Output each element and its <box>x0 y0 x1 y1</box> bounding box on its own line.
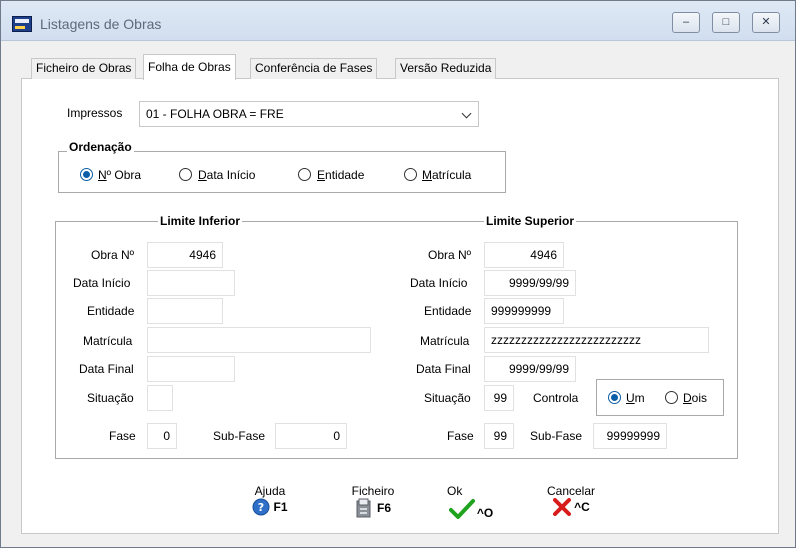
inf-matricula-field[interactable] <box>147 327 371 353</box>
inf-data-final-field[interactable] <box>147 356 235 382</box>
controla-dois-first: D <box>683 391 692 405</box>
cancelar-label: Cancelar <box>546 484 596 498</box>
inf-fase-field[interactable]: 0 <box>147 423 177 449</box>
controla-um-rest: m <box>634 391 645 405</box>
file-icon <box>356 498 371 518</box>
radio-entidade[interactable] <box>298 168 311 181</box>
radio-dois[interactable] <box>665 391 678 404</box>
ok-label: Ok <box>447 484 463 498</box>
ajuda-button[interactable]: Ajuda ? F1 <box>245 484 295 516</box>
tab-bar: Ficheiro de Obras Folha de Obras Conferê… <box>21 54 779 80</box>
ok-key: ^O <box>476 506 494 520</box>
inf-entidade-field[interactable] <box>147 298 223 324</box>
ajuda-label: Ajuda <box>254 484 286 498</box>
minimize-button[interactable]: – <box>672 12 700 33</box>
inf-data-final-label: Data Final <box>79 362 134 376</box>
chevron-down-icon <box>461 108 472 119</box>
radio-matricula[interactable] <box>404 168 417 181</box>
impressos-value: 01 - FOLHA OBRA = FRE <box>146 107 284 121</box>
radio-um[interactable] <box>608 391 621 404</box>
sup-subfase-label: Sub-Fase <box>530 429 583 443</box>
ordenacao-entidade-first: E <box>317 168 326 182</box>
ficheiro-key: F6 <box>376 501 391 515</box>
help-icon: ? <box>252 498 270 516</box>
window: Listagens de Obras – □ ✕ Ficheiro de Obr… <box>0 0 796 548</box>
ordenacao-entidade-rest: ntidade <box>325 168 365 182</box>
radio-nobra[interactable] <box>80 168 93 181</box>
sup-data-final-label: Data Final <box>416 362 471 376</box>
sup-situacao-field[interactable]: 99 <box>484 385 514 411</box>
sup-data-inicio-label: Data Início <box>410 276 468 290</box>
ficheiro-button[interactable]: Ficheiro F6 <box>343 484 403 518</box>
inf-situacao-label: Situação <box>87 391 134 405</box>
ordenacao-matricula-rest: atrícula <box>432 168 472 182</box>
title-bar: Listagens de Obras – □ ✕ <box>1 1 795 41</box>
inf-fase-label: Fase <box>109 429 136 443</box>
inf-entidade-label: Entidade <box>87 304 135 318</box>
sup-subfase-field[interactable]: 99999999 <box>593 423 667 449</box>
sup-entidade-field[interactable]: 999999999 <box>484 298 564 324</box>
tab-ficheiro-de-obras[interactable]: Ficheiro de Obras <box>31 58 137 79</box>
limite-superior-title: Limite Superior <box>484 214 577 228</box>
cross-icon <box>553 498 572 516</box>
inf-situacao-field[interactable] <box>147 385 173 411</box>
sup-obra-field[interactable]: 4946 <box>484 242 564 268</box>
sup-obra-label: Obra Nº <box>428 248 472 262</box>
inf-data-inicio-label: Data Início <box>73 276 131 290</box>
sup-data-final-field[interactable]: 9999/99/99 <box>484 356 576 382</box>
limite-inferior-title: Limite Inferior <box>158 214 243 228</box>
sup-situacao-label: Situação <box>424 391 471 405</box>
ordenacao-nobra-first: N <box>98 168 107 182</box>
inf-obra-field[interactable]: 4946 <box>147 242 223 268</box>
inf-obra-label: Obra Nº <box>91 248 135 262</box>
radio-data-inicio[interactable] <box>179 168 192 181</box>
inf-data-inicio-field[interactable] <box>147 270 235 296</box>
app-icon <box>12 16 32 32</box>
window-title: Listagens de Obras <box>40 16 162 32</box>
tab-versao-reduzida[interactable]: Versão Reduzida <box>395 58 497 79</box>
inf-matricula-label: Matrícula <box>83 334 133 348</box>
cancelar-key: ^C <box>574 500 590 514</box>
ordenacao-matricula-first: M <box>422 168 432 182</box>
sup-entidade-label: Entidade <box>424 304 472 318</box>
tab-conferencia-de-fases[interactable]: Conferência de Fases <box>250 58 378 79</box>
sup-fase-field[interactable]: 99 <box>484 423 514 449</box>
close-button[interactable]: ✕ <box>752 12 780 33</box>
controla-dois-rest: ois <box>691 391 708 405</box>
ordenacao-title: Ordenação <box>67 140 134 154</box>
ordenacao-data-inicio-first: D <box>198 168 207 182</box>
tab-folha-de-obras[interactable]: Folha de Obras <box>143 54 236 80</box>
inf-subfase-label: Sub-Fase <box>213 429 266 443</box>
ordenacao-nobra-rest: º Obra <box>106 168 142 182</box>
controla-um-first: U <box>626 391 635 405</box>
inf-subfase-field[interactable]: 0 <box>275 423 347 449</box>
ficheiro-label: Ficheiro <box>351 484 395 498</box>
sup-matricula-label: Matrícula <box>420 334 470 348</box>
sup-fase-label: Fase <box>447 429 474 443</box>
impressos-select[interactable]: 01 - FOLHA OBRA = FRE <box>139 101 479 127</box>
cancelar-button[interactable]: Cancelar ^C <box>539 484 603 516</box>
sup-data-inicio-field[interactable]: 9999/99/99 <box>484 270 576 296</box>
sup-matricula-field[interactable]: zzzzzzzzzzzzzzzzzzzzzzzzz <box>484 327 709 353</box>
ajuda-key: F1 <box>273 500 288 514</box>
checkmark-icon <box>448 499 475 519</box>
ok-button[interactable]: Ok ^O <box>441 484 501 520</box>
svg-text:?: ? <box>258 501 264 514</box>
controla-label: Controla <box>533 391 579 405</box>
ordenacao-data-inicio-rest: ata Início <box>206 168 256 182</box>
impressos-label: Impressos <box>67 106 123 120</box>
maximize-button[interactable]: □ <box>712 12 740 33</box>
